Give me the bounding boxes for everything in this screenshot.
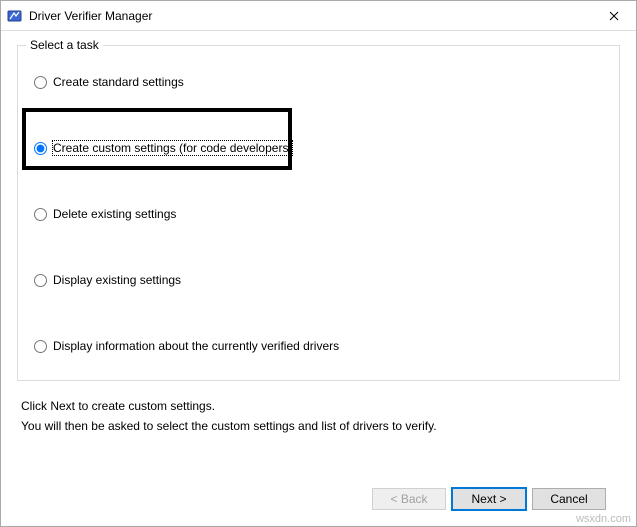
group-legend: Select a task [26, 38, 103, 52]
radio-display-info[interactable]: Display information about the currently … [32, 338, 341, 354]
radio-create-custom-input[interactable] [34, 142, 47, 155]
dialog-window: Driver Verifier Manager Select a task Cr… [0, 0, 637, 527]
cancel-button[interactable]: Cancel [532, 488, 606, 510]
back-button[interactable]: < Back [372, 488, 446, 510]
close-button[interactable] [591, 1, 636, 31]
content-area: Select a task Create standard settings C… [1, 31, 636, 526]
app-icon [7, 8, 23, 24]
radio-delete-existing[interactable]: Delete existing settings [32, 206, 178, 222]
window-title: Driver Verifier Manager [29, 9, 152, 23]
instruction-line-1: Click Next to create custom settings. [21, 399, 616, 413]
task-groupbox: Select a task Create standard settings C… [17, 45, 620, 381]
radio-create-standard-input[interactable] [34, 76, 47, 89]
titlebar-left: Driver Verifier Manager [7, 8, 152, 24]
radio-create-standard-label: Create standard settings [53, 75, 184, 89]
instructions: Click Next to create custom settings. Yo… [17, 393, 620, 439]
radio-display-info-label: Display information about the currently … [53, 339, 339, 353]
radio-create-custom-label: Create custom settings (for code develop… [53, 141, 292, 155]
instruction-line-2: You will then be asked to select the cus… [21, 419, 616, 433]
radio-display-existing-label: Display existing settings [53, 273, 181, 287]
radio-display-info-input[interactable] [34, 340, 47, 353]
radio-delete-existing-input[interactable] [34, 208, 47, 221]
titlebar: Driver Verifier Manager [1, 1, 636, 31]
radio-display-existing[interactable]: Display existing settings [32, 272, 183, 288]
button-bar: < Back Next > Cancel [17, 478, 620, 522]
close-icon [609, 11, 619, 21]
radio-create-standard[interactable]: Create standard settings [32, 74, 186, 90]
radio-display-existing-input[interactable] [34, 274, 47, 287]
next-button[interactable]: Next > [452, 488, 526, 510]
radio-create-custom[interactable]: Create custom settings (for code develop… [32, 140, 294, 156]
highlight-box [22, 108, 292, 170]
radio-delete-existing-label: Delete existing settings [53, 207, 176, 221]
